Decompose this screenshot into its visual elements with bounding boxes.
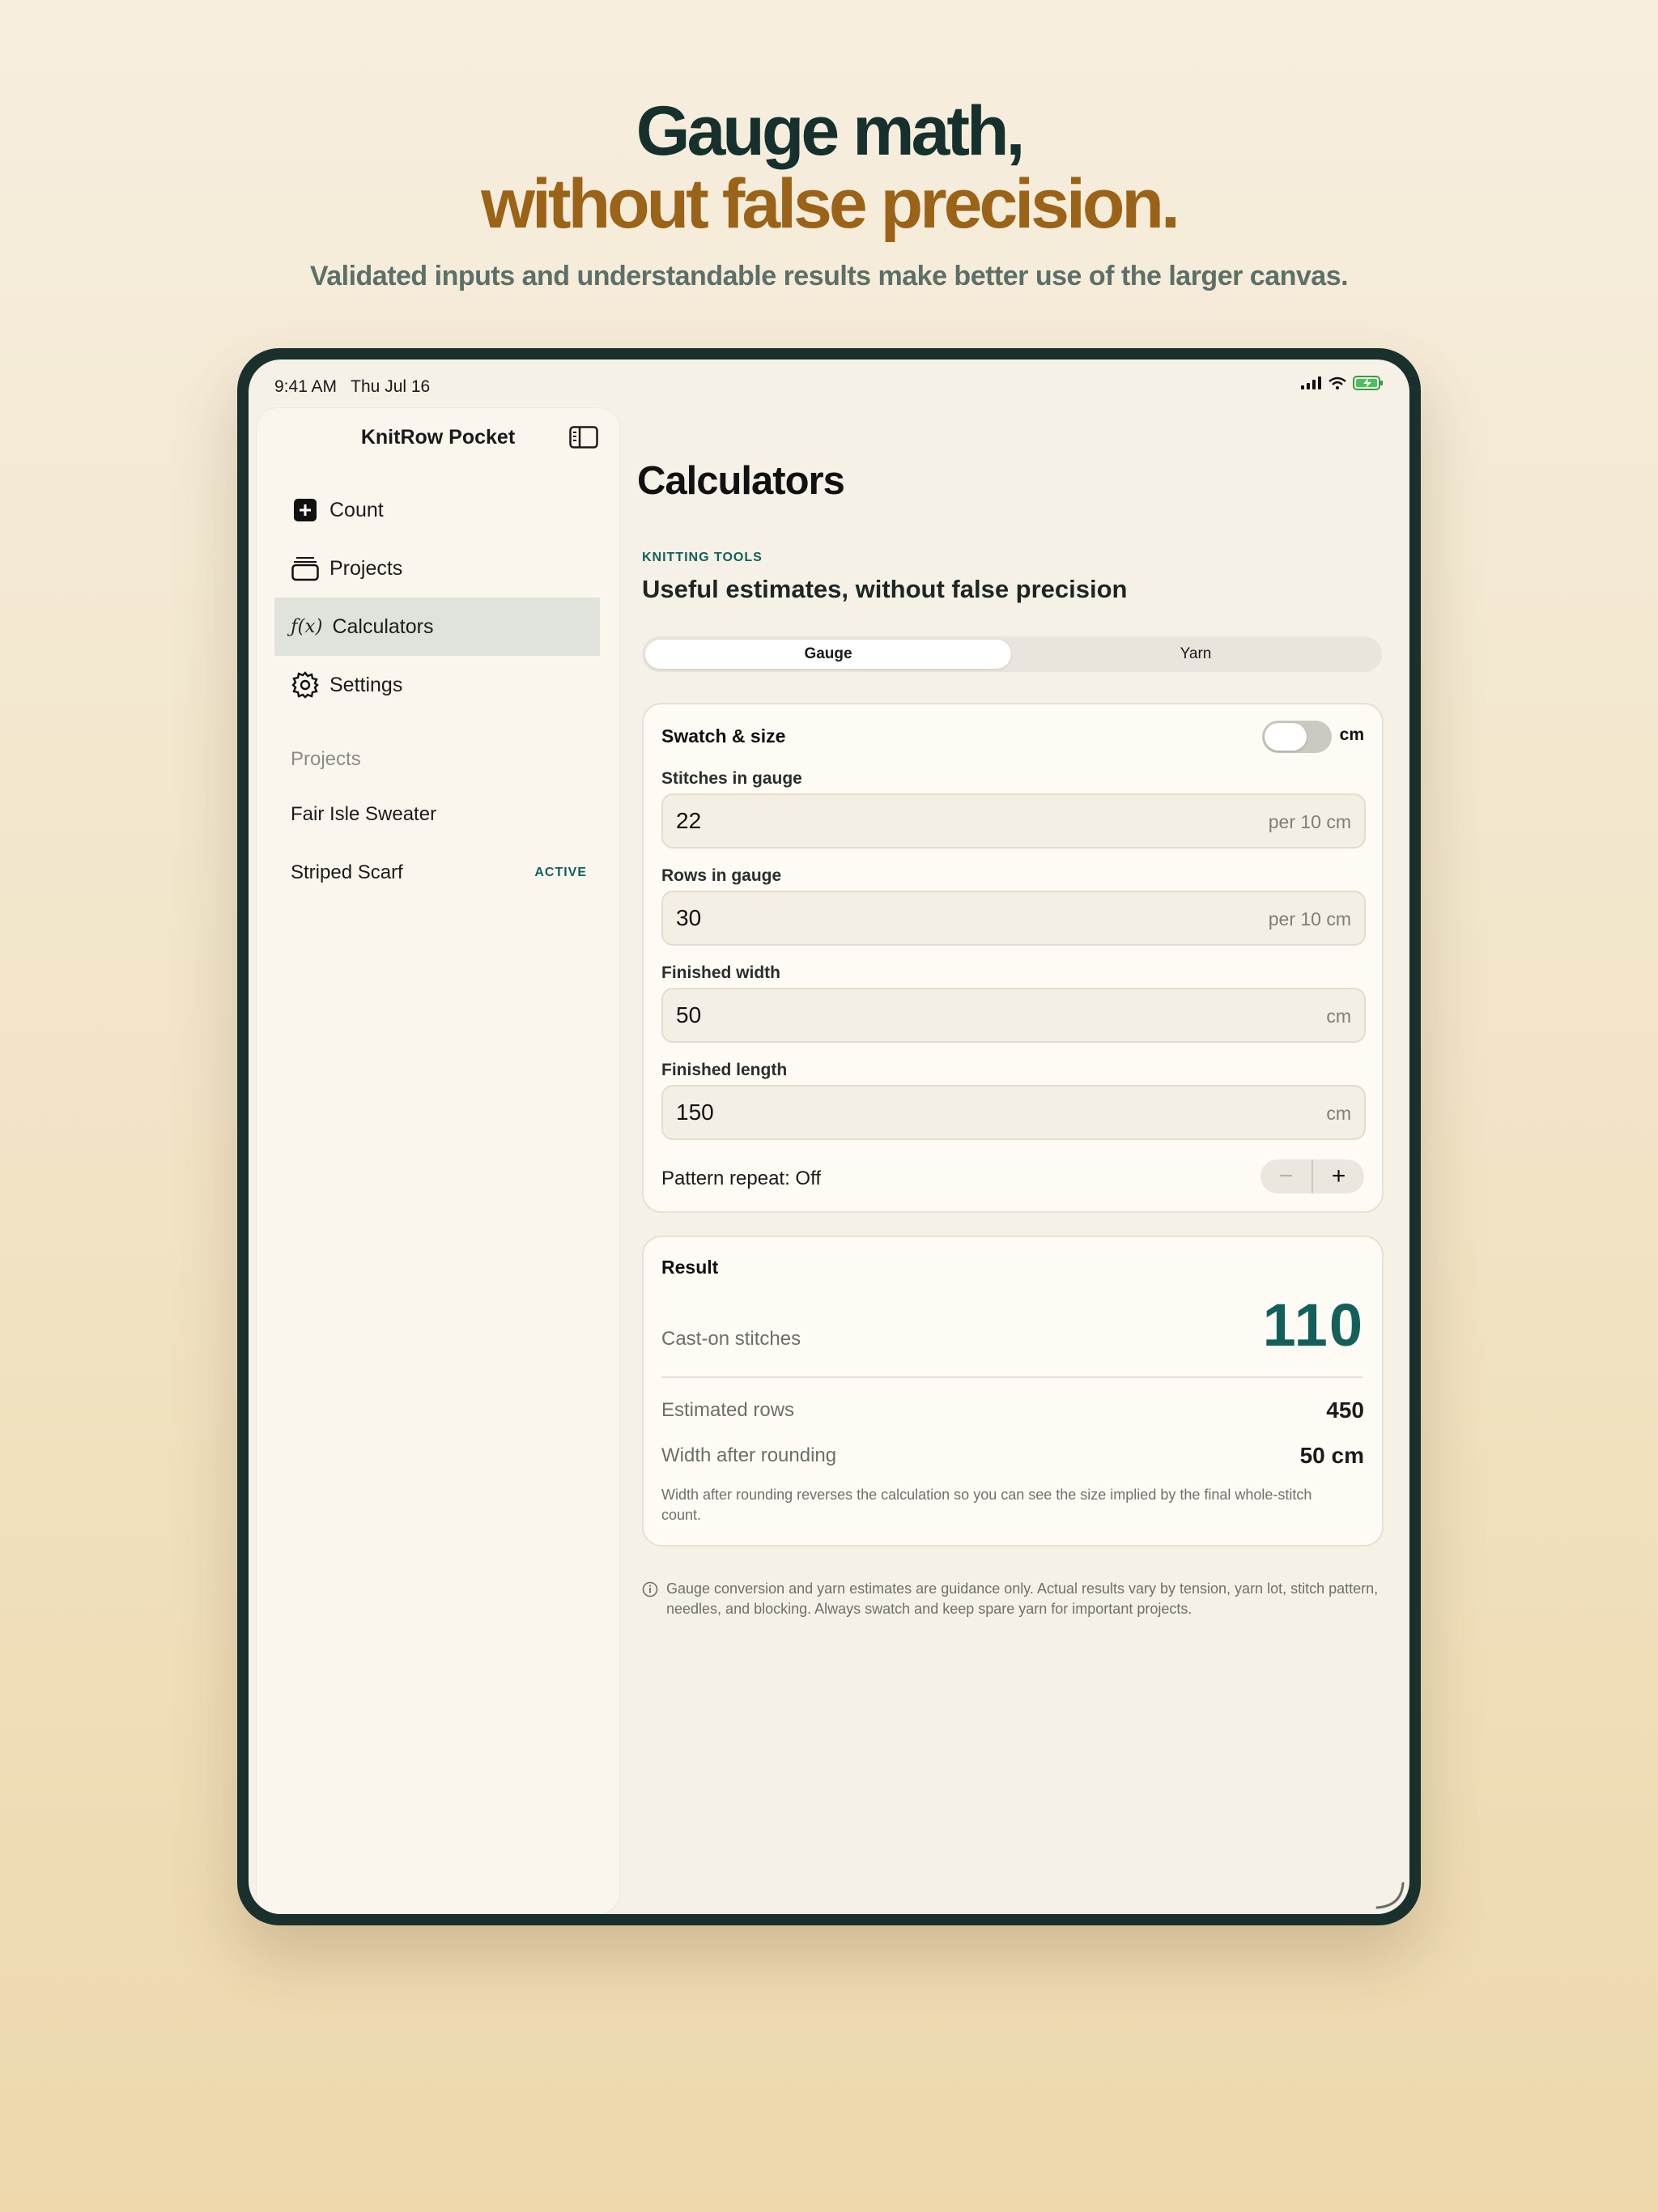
cellular-signal-icon: [1301, 376, 1321, 389]
field-label-rows: Rows in gauge: [661, 866, 782, 885]
sidebar-item-calculators[interactable]: ƒ(x) Calculators: [274, 598, 600, 656]
result-card: Result Cast-on stitches 110 Estimated ro…: [642, 1236, 1384, 1546]
project-name: Fair Isle Sweater: [291, 803, 437, 825]
field-label-stitches: Stitches in gauge: [661, 769, 802, 788]
section-subhead: Useful estimates, without false precisio…: [642, 575, 1128, 603]
sidebar-item-label: Settings: [329, 673, 403, 696]
tab-yarn[interactable]: Yarn: [1013, 640, 1379, 669]
page-title: Calculators: [637, 459, 845, 503]
result-header: Result: [661, 1257, 719, 1278]
folder-stack-icon: [291, 554, 320, 583]
estimated-rows-label: Estimated rows: [661, 1399, 795, 1421]
section-eyebrow: KNITTING TOOLS: [642, 551, 763, 564]
status-bar-time: 9:41 AM Thu Jul 16: [274, 377, 431, 396]
sidebar-item-label: Count: [329, 498, 384, 521]
sidebar: KnitRow Pocket Count Projects ƒ(x) Calcu…: [257, 408, 619, 1914]
project-item-fair-isle-sweater[interactable]: Fair Isle Sweater: [291, 803, 587, 826]
headline-line-2: without false precision.: [481, 165, 1180, 243]
input-unit: cm: [1326, 1006, 1351, 1027]
unit-toggle[interactable]: [1262, 721, 1332, 753]
plus-square-icon: [291, 496, 320, 525]
card-header: Swatch & size: [661, 725, 786, 747]
swatch-size-card: Swatch & size cm Stitches in gauge 22 pe…: [642, 703, 1384, 1213]
headline-line-1: Gauge math,: [636, 92, 1026, 170]
gear-icon: [291, 670, 320, 700]
sidebar-toggle-icon[interactable]: [569, 426, 598, 449]
rows-in-gauge-input[interactable]: 30 per 10 cm: [661, 891, 1366, 946]
wifi-icon: [1329, 376, 1346, 389]
sidebar-toggle-button[interactable]: [569, 426, 598, 453]
result-note: Width after rounding reverses the calcul…: [661, 1487, 1312, 1523]
projects-section-header: Projects: [291, 748, 361, 770]
input-value: 150: [676, 1100, 714, 1125]
function-icon: ƒ(x): [291, 616, 323, 637]
headline-subtitle: Validated inputs and understandable resu…: [309, 261, 1349, 291]
status-bar-icons: [1301, 376, 1384, 390]
sidebar-item-projects[interactable]: Projects: [274, 539, 600, 598]
project-name: Striped Scarf: [291, 861, 403, 883]
input-unit: cm: [1326, 1103, 1351, 1124]
input-value: 50: [676, 1002, 702, 1027]
tab-gauge[interactable]: Gauge: [645, 640, 1011, 669]
width-after-rounding-label: Width after rounding: [661, 1444, 837, 1466]
stepper-increment-button[interactable]: +: [1313, 1159, 1364, 1193]
active-badge: ACTIVE: [534, 866, 587, 879]
sidebar-item-settings[interactable]: Settings: [274, 656, 600, 714]
width-after-rounding-value: 50 cm: [1299, 1443, 1364, 1468]
resize-corner-icon: [1375, 1882, 1405, 1909]
finished-length-input[interactable]: 150 cm: [661, 1085, 1366, 1140]
toggle-knob: [1265, 723, 1307, 751]
pattern-repeat-label: Pattern repeat: Off: [661, 1168, 822, 1189]
pattern-repeat-stepper: − +: [1261, 1159, 1364, 1193]
tablet-frame: 9:41 AM Thu Jul 16 KnitRow Pocket Count …: [237, 348, 1421, 1925]
stitches-in-gauge-input[interactable]: 22 per 10 cm: [661, 793, 1366, 849]
input-unit: per 10 cm: [1268, 908, 1351, 929]
stepper-decrement-button[interactable]: −: [1261, 1159, 1313, 1193]
cast-on-label: Cast-on stitches: [661, 1328, 801, 1350]
sidebar-item-label: Calculators: [332, 615, 434, 638]
input-value: 22: [676, 808, 702, 833]
tablet-screen: 9:41 AM Thu Jul 16 KnitRow Pocket Count …: [249, 359, 1409, 1914]
info-icon: [642, 1581, 658, 1597]
input-unit: per 10 cm: [1268, 811, 1351, 832]
result-divider: [661, 1376, 1363, 1378]
cast-on-value: 110: [1262, 1291, 1364, 1359]
estimated-rows-value: 450: [1326, 1397, 1364, 1423]
disclaimer-text: Gauge conversion and yarn estimates are …: [666, 1580, 1379, 1617]
project-item-striped-scarf[interactable]: Striped Scarf ACTIVE: [291, 861, 587, 884]
finished-width-input[interactable]: 50 cm: [661, 988, 1366, 1043]
unit-toggle-label: cm: [1339, 725, 1364, 744]
app-title: KnitRow Pocket: [360, 426, 516, 449]
field-label-length: Finished length: [661, 1061, 788, 1079]
input-value: 30: [676, 905, 702, 930]
sidebar-item-count[interactable]: Count: [274, 481, 600, 539]
calculator-segmented-control: Gauge Yarn: [642, 636, 1382, 672]
disclaimer: Gauge conversion and yarn estimates are …: [642, 1579, 1379, 1619]
sidebar-item-label: Projects: [329, 556, 403, 580]
field-label-width: Finished width: [661, 963, 780, 982]
battery-charging-icon: [1353, 376, 1383, 390]
